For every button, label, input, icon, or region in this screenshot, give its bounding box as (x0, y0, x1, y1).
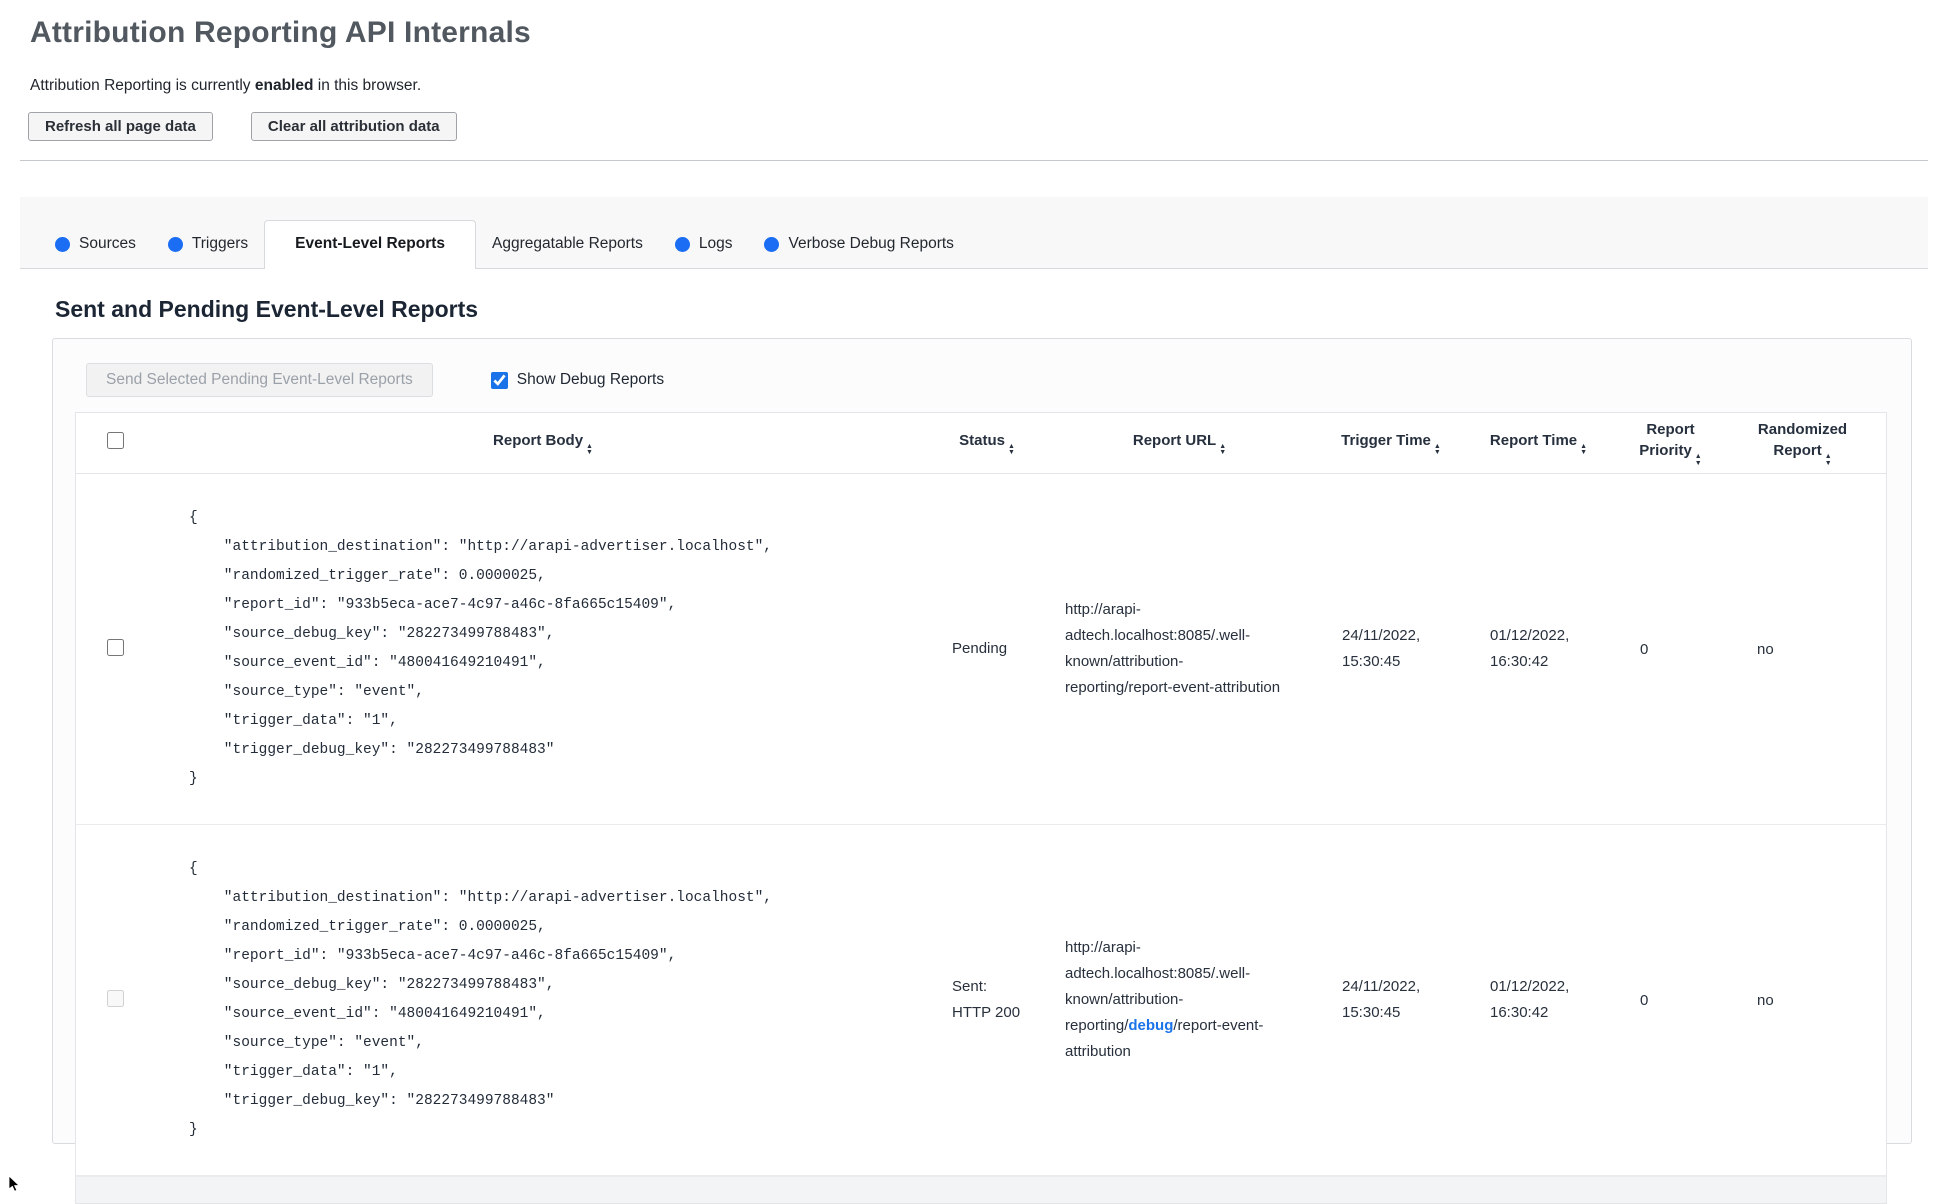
tab-label: Aggregatable Reports (492, 235, 643, 252)
report-time-cell: 01/12/2022, 16:30:42 (1490, 627, 1570, 670)
select-all-cell (76, 426, 154, 461)
api-status-text: Attribution Reporting is currently enabl… (30, 77, 422, 94)
clear-all-button[interactable]: Clear all attribution data (250, 112, 457, 141)
tab-event-level-reports[interactable]: Event-Level Reports (264, 220, 477, 269)
header-report-priority[interactable]: Report Priority ▲ ▼ (1612, 413, 1729, 473)
tab-verbose-debug-reports[interactable]: Verbose Debug Reports (748, 221, 969, 268)
report-priority-cell: 0 (1640, 991, 1649, 1009)
header-report-time[interactable]: Report Time ▲ ▼ (1465, 424, 1612, 463)
sort-icon[interactable]: ▲ ▼ (1219, 443, 1226, 457)
row-select-checkbox[interactable] (106, 638, 124, 656)
toolbar: Refresh all page data Clear all attribut… (28, 112, 1948, 141)
sort-icon[interactable]: ▲ ▼ (1695, 453, 1702, 467)
sort-icon[interactable]: ▲ ▼ (1434, 443, 1441, 457)
report-url-cell: http://arapi-adtech.localhost:8085/.well… (1065, 601, 1281, 696)
table-row: { "attribution_destination": "http://ara… (76, 825, 1886, 1176)
page-title: Attribution Reporting API Internals (30, 16, 531, 49)
table-row: { "attribution_destination": "http://ara… (76, 474, 1886, 825)
show-debug-checkbox[interactable] (490, 371, 508, 389)
tab-sources[interactable]: Sources (39, 221, 152, 268)
send-selected-reports-button[interactable]: Send Selected Pending Event-Level Report… (86, 363, 433, 397)
tab-aggregatable-reports[interactable]: Aggregatable Reports (476, 221, 659, 268)
debug-link[interactable]: debug (1128, 1017, 1173, 1034)
mouse-cursor-icon (8, 1176, 20, 1192)
report-body-json: { "attribution_destination": "http://ara… (189, 510, 772, 787)
row-select-checkbox (106, 989, 124, 1007)
blue-dot-icon (674, 236, 690, 252)
tab-label: Event-Level Reports (295, 235, 446, 252)
tab-logs[interactable]: Logs (659, 221, 749, 268)
randomized-report-cell: no (1757, 640, 1774, 658)
divider (20, 160, 1928, 161)
tab-strip: Sources Triggers Event-Level Reports Agg… (20, 197, 1928, 269)
show-debug-toggle[interactable]: Show Debug Reports (490, 371, 665, 389)
sort-icon[interactable]: ▲ ▼ (1008, 443, 1015, 457)
report-priority-cell: 0 (1640, 640, 1649, 658)
header-report-url[interactable]: Report URL ▲ ▼ (1042, 424, 1317, 463)
table-header-row: Report Body ▲ ▼ Status ▲ ▼ Report URL ▲ ▼ Trig… (76, 413, 1886, 474)
trigger-time-cell: 24/11/2022, 15:30:45 (1342, 627, 1421, 670)
header-trigger-time[interactable]: Trigger Time ▲ ▼ (1317, 424, 1465, 463)
row-select-cell (76, 978, 154, 1023)
header-randomized-report[interactable]: Randomized Report ▲ ▼ (1729, 413, 1876, 473)
sort-icon[interactable]: ▲ ▼ (586, 443, 593, 457)
blue-dot-icon (167, 236, 183, 252)
report-time-cell: 01/12/2022, 16:30:42 (1490, 978, 1570, 1021)
report-body-cell: { "attribution_destination": "http://ara… (154, 474, 932, 824)
section-heading: Sent and Pending Event-Level Reports (55, 296, 479, 322)
tab-label: Sources (79, 235, 136, 252)
status-cell: Pending (952, 640, 1008, 657)
randomized-report-cell: no (1757, 991, 1774, 1009)
blue-dot-icon (55, 236, 70, 252)
tab-triggers[interactable]: Triggers (152, 221, 264, 268)
header-report-body[interactable]: Report Body ▲ ▼ (154, 424, 932, 463)
tab-label: Triggers (191, 235, 249, 252)
horizontal-scrollbar-track[interactable] (76, 1176, 1886, 1203)
show-debug-label: Show Debug Reports (516, 371, 665, 388)
tab-label: Logs (698, 235, 733, 252)
sort-icon[interactable]: ▲ ▼ (1825, 453, 1832, 467)
status-cell: Sent: HTTP 200 (952, 978, 1021, 1021)
sort-icon[interactable]: ▲ ▼ (1580, 443, 1587, 457)
blue-dot-icon (764, 236, 780, 252)
report-body-json: { "attribution_destination": "http://ara… (189, 861, 772, 1138)
reports-table: Report Body ▲ ▼ Status ▲ ▼ Report URL ▲ ▼ Trig… (75, 412, 1887, 1204)
tab-label: Verbose Debug Reports (788, 235, 954, 252)
report-body-cell: { "attribution_destination": "http://ara… (154, 825, 932, 1175)
reports-panel: Send Selected Pending Event-Level Report… (52, 338, 1912, 1204)
row-select-cell (76, 627, 154, 672)
trigger-time-cell: 24/11/2022, 15:30:45 (1342, 978, 1421, 1021)
select-all-checkbox[interactable] (106, 431, 124, 449)
status-enabled-text: enabled (254, 77, 314, 94)
refresh-all-button[interactable]: Refresh all page data (28, 112, 213, 141)
report-url-cell: http://arapi-adtech.localhost:8085/.well… (1065, 939, 1264, 1060)
header-status[interactable]: Status ▲ ▼ (932, 424, 1042, 463)
report-controls: Send Selected Pending Event-Level Report… (86, 363, 1889, 397)
